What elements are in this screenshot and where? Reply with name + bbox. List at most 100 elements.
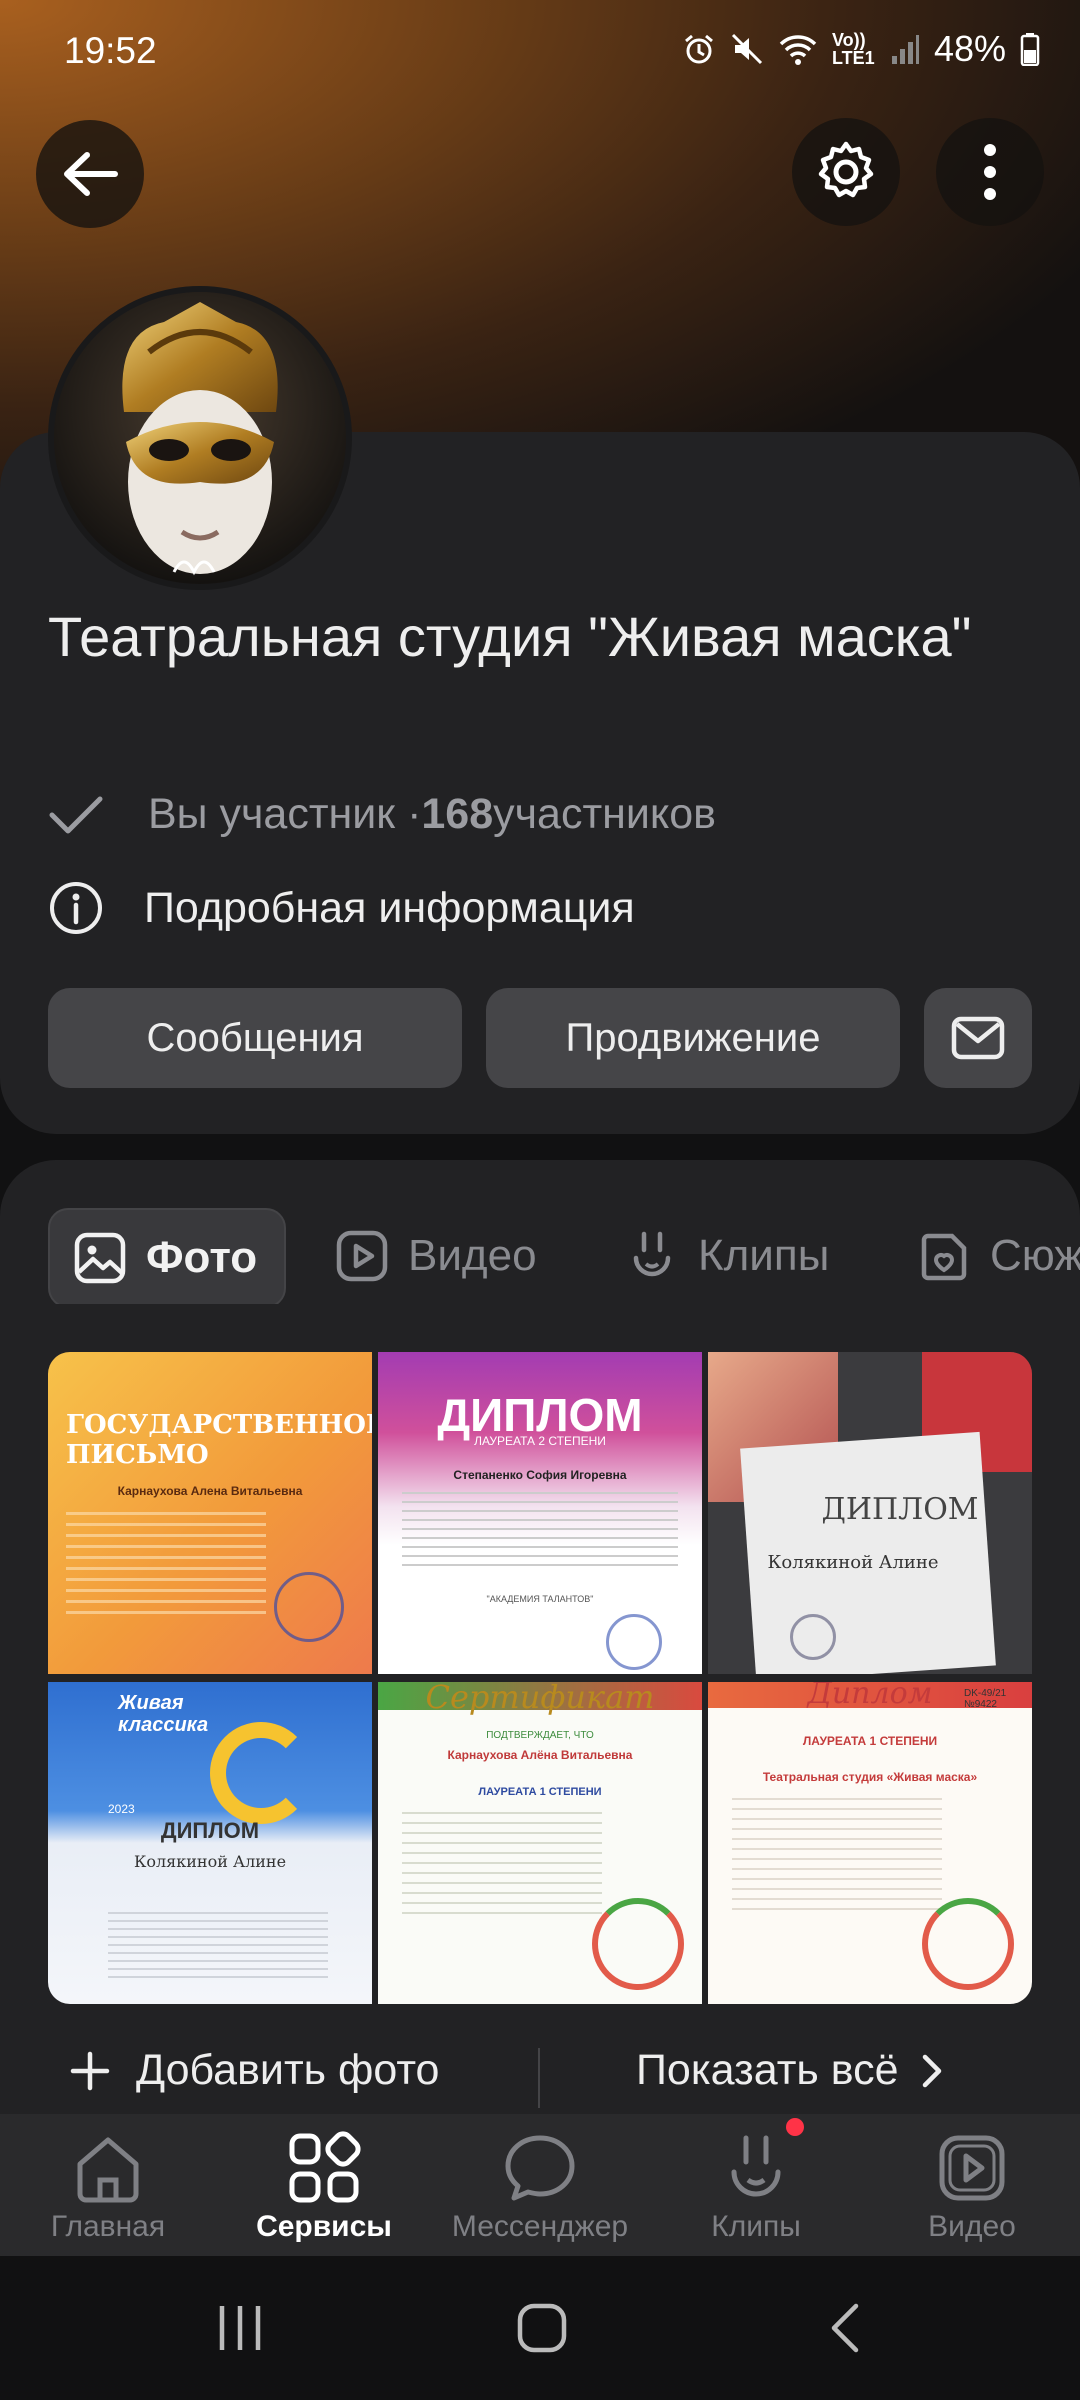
member-count: 168 — [421, 790, 494, 838]
text-lines — [732, 1798, 942, 1918]
plus-icon — [70, 2051, 110, 2090]
nav-home[interactable]: Главная — [0, 2114, 216, 2256]
photo-title: Сертификат — [425, 1682, 655, 1716]
text-lines — [402, 1492, 678, 1572]
mute-icon — [731, 33, 762, 65]
nav-clips[interactable]: Клипы — [648, 2114, 864, 2256]
photo-thumb[interactable]: ДИПЛОМ ЛАУРЕАТА 2 СТЕПЕНИ Степаненко Соф… — [378, 1352, 702, 1674]
photo-footer: "АКАДЕМИЯ ТАЛАНТОВ" — [486, 1594, 594, 1604]
media-tabs: Фото Видео Клипы Сюж — [48, 1208, 1080, 1304]
tab-clips-label: Клипы — [698, 1231, 830, 1280]
show-all-label: Показать всё — [636, 2046, 899, 2094]
photo-footer-actions: Добавить фото Показать всё — [0, 2036, 1080, 2120]
photo-subtitle: ЛАУРЕАТА 2 СТЕПЕНИ — [474, 1434, 606, 1448]
photo-name: Театральная студия «Живая маска» — [762, 1770, 978, 1784]
nav-clips-label: Клипы — [711, 2210, 801, 2243]
stamp — [274, 1572, 344, 1642]
membership-status: Вы участник · — [148, 790, 422, 838]
add-photo-button[interactable]: Добавить фото — [70, 2046, 439, 2095]
wifi-icon — [779, 35, 817, 65]
back-button[interactable] — [36, 120, 144, 228]
nav-services[interactable]: Сервисы — [216, 2114, 432, 2256]
info-icon — [50, 882, 102, 934]
stamp — [790, 1614, 836, 1660]
chevron-right-icon — [922, 2054, 941, 2087]
text-lines — [66, 1512, 266, 1622]
home-button-icon[interactable] — [516, 2302, 568, 2354]
photo-title: ГОСУДАРСТВЕННОЕ ПИСЬМО — [66, 1410, 372, 1470]
network-label: Vo)) LTE1 — [831, 30, 875, 68]
divider — [538, 2048, 540, 2108]
battery-icon — [1020, 33, 1040, 66]
more-vertical-icon — [984, 144, 996, 200]
story-icon — [921, 1233, 967, 1281]
logo-ring — [210, 1722, 312, 1824]
tab-photo-label: Фото — [146, 1233, 258, 1282]
photo-title: ДИПЛОМ — [821, 1492, 979, 1527]
messages-button[interactable]: Сообщения — [48, 988, 462, 1088]
details-row[interactable]: Подробная информация — [48, 880, 635, 936]
promotion-button[interactable]: Продвижение — [486, 988, 900, 1088]
photo-grid: ГОСУДАРСТВЕННОЕ ПИСЬМО Карнаухова Алена … — [48, 1352, 1032, 2004]
photo-thumb[interactable]: Живая классика 2023 ДИПЛОМ Колякиной Али… — [48, 1682, 372, 2004]
status-time: 19:52 — [64, 30, 157, 71]
tab-clips[interactable]: Клипы — [602, 1208, 853, 1304]
add-photo-label: Добавить фото — [136, 2046, 440, 2094]
stamp — [922, 1898, 1014, 1990]
video-icon — [336, 1230, 388, 1282]
more-button[interactable] — [936, 118, 1044, 226]
nav-home-label: Главная — [50, 2210, 166, 2243]
gear-icon — [818, 141, 874, 198]
photo-name: Колякиной Алине — [133, 1852, 287, 1871]
system-navigation-bar — [0, 2256, 1080, 2400]
photo-degree: ЛАУРЕАТА 1 СТЕПЕНИ — [802, 1734, 938, 1748]
battery-percent: 48% — [933, 28, 1006, 69]
tab-video[interactable]: Видео — [312, 1208, 561, 1304]
photo-name: Карнаухова Алёна Витальевна — [447, 1748, 633, 1762]
member-suffix: участников — [493, 790, 716, 838]
bottom-navigation: Главная Сервисы Мессенджер Клипы Видео — [0, 2114, 1080, 2256]
photo-thumb[interactable]: ДИПЛОМ Колякиной Алине — [708, 1352, 1032, 1674]
nav-messenger-label: Мессенджер — [451, 2210, 629, 2243]
stamp — [592, 1898, 684, 1990]
mail-button[interactable] — [924, 988, 1032, 1088]
nav-services-label: Сервисы — [256, 2210, 392, 2243]
tab-video-label: Видео — [408, 1231, 537, 1280]
text-lines — [402, 1812, 602, 1922]
tab-stories[interactable]: Сюж — [894, 1208, 1080, 1304]
home-icon — [77, 2137, 139, 2203]
settings-button[interactable] — [792, 118, 900, 226]
mask-image — [54, 292, 346, 584]
signal-icon — [891, 35, 919, 64]
photo-name: Карнаухова Алена Витальевна — [117, 1484, 303, 1498]
group-title: Театральная студия "Живая маска" — [48, 605, 972, 668]
photo-degree: ЛАУРЕАТА 1 СТЕПЕНИ — [478, 1786, 602, 1798]
clips-icon — [633, 1231, 671, 1277]
membership-row[interactable]: Вы участник · 168 участников — [48, 790, 716, 839]
tab-photo[interactable]: Фото — [48, 1208, 286, 1304]
details-label: Подробная информация — [144, 883, 635, 932]
photo-thumb[interactable]: ГОСУДАРСТВЕННОЕ ПИСЬМО Карнаухова Алена … — [48, 1352, 372, 1674]
back-nav-icon[interactable] — [820, 2302, 872, 2354]
nav-video[interactable]: Видео — [864, 2114, 1080, 2256]
photo-name: Степаненко София Игоревна — [453, 1468, 627, 1482]
recent-apps-icon[interactable] — [214, 2302, 266, 2354]
photo-line: ПОДТВЕРЖДАЕТ, ЧТО — [486, 1730, 594, 1741]
status-bar: 19:52 Vo)) LTE1 48% — [0, 0, 1080, 105]
photo-thumb[interactable]: Сертификат ПОДТВЕРЖДАЕТ, ЧТО Карнаухова … — [378, 1682, 702, 2004]
text-lines — [108, 1912, 328, 1982]
photo-brand: Живая классика — [118, 1692, 209, 1736]
photo-code: DK-49/21 №9422 — [964, 1688, 1007, 1710]
tab-stories-label: Сюж — [990, 1231, 1080, 1280]
show-all-button[interactable]: Показать всё — [636, 2046, 943, 2095]
video-icon — [939, 2135, 1005, 2201]
clips-icon — [731, 2135, 781, 2197]
group-avatar[interactable] — [48, 286, 352, 590]
nav-video-label: Видео — [928, 2210, 1016, 2243]
nav-messenger[interactable]: Мессенджер — [432, 2114, 648, 2256]
photo-thumb[interactable]: Диплом DK-49/21 №9422 ЛАУРЕАТА 1 СТЕПЕНИ… — [708, 1682, 1032, 2004]
stamp — [606, 1614, 662, 1670]
clips-notification-dot — [786, 2118, 804, 2136]
status-icons: Vo)) LTE1 48% — [682, 28, 1040, 70]
mail-icon — [951, 1016, 1005, 1060]
